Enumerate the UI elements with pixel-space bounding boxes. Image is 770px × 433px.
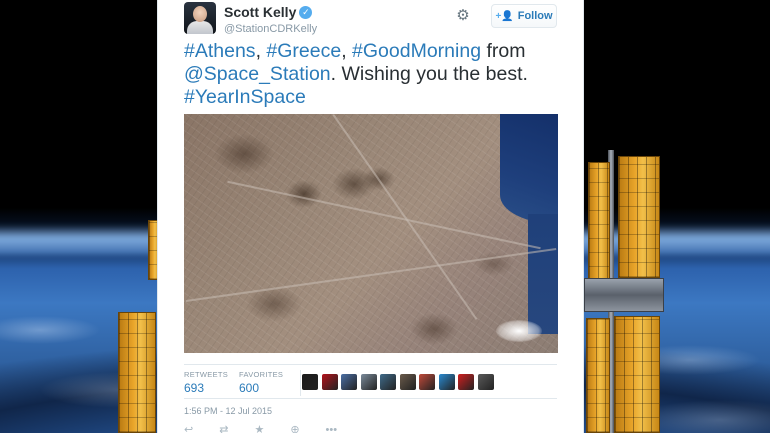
- tweet-card: Scott Kelly ✓ @StationCDRKelly ⚙ +👤 Follo…: [157, 0, 584, 433]
- follow-button[interactable]: +👤 Follow: [491, 4, 557, 28]
- favorites-count[interactable]: 600: [239, 380, 283, 396]
- solar-panel-right-4: [614, 316, 660, 433]
- avatar-head: [193, 6, 207, 22]
- tweet-header: Scott Kelly ✓ @StationCDRKelly ⚙ +👤 Follo…: [184, 2, 557, 36]
- retweet-icon[interactable]: ⇄: [219, 424, 228, 433]
- favorite-icon[interactable]: ★: [254, 424, 264, 433]
- retweets-stat[interactable]: RETWEETS 693: [184, 370, 228, 396]
- avatar-suit: [187, 21, 213, 34]
- tweet-text: #Athens, #Greece, #GoodMorning from @Spa…: [184, 40, 564, 109]
- more-icon[interactable]: •••: [326, 424, 338, 433]
- author-avatar[interactable]: [184, 2, 216, 34]
- tweet-text-fragment: ,: [341, 40, 353, 62]
- favoriter-avatar[interactable]: [399, 374, 416, 390]
- photo-road: [227, 180, 541, 250]
- favoriter-avatar[interactable]: [321, 374, 338, 390]
- favoriter-avatar[interactable]: [360, 374, 377, 390]
- tweet-photo[interactable]: [184, 114, 558, 353]
- favoriter-avatars: [302, 374, 494, 390]
- gear-icon[interactable]: ⚙: [455, 8, 471, 24]
- tweet-timestamp[interactable]: 1:56 PM - 12 Jul 2015: [184, 406, 272, 416]
- retweets-label: RETWEETS: [184, 370, 229, 379]
- station-truss: [584, 278, 664, 312]
- favoriter-avatar[interactable]: [380, 374, 396, 390]
- verified-badge-icon: ✓: [299, 6, 313, 20]
- follow-person-icon: +👤: [495, 10, 514, 22]
- retweets-count[interactable]: 693: [184, 380, 228, 396]
- solar-panel-right-2: [618, 156, 660, 278]
- author-handle[interactable]: @StationCDRKelly: [224, 22, 317, 36]
- favorites-label: FAVORITES: [239, 370, 284, 379]
- tweet-text-fragment: from: [481, 40, 526, 62]
- stats-separator: [300, 370, 301, 396]
- photo-road: [185, 247, 557, 303]
- tweet-text-fragment: ,: [255, 40, 267, 62]
- divider: [184, 398, 557, 399]
- solar-panel-right-1: [588, 162, 610, 282]
- solar-panel-left-bottom: [118, 312, 156, 433]
- bookmark-icon[interactable]: ⊕: [290, 424, 299, 433]
- photo-cloud: [496, 320, 542, 342]
- tweet-entity-link[interactable]: @Space_Station: [184, 63, 331, 85]
- tweet-text-fragment: . Wishing you the best.: [330, 63, 528, 85]
- photo-sea: [500, 114, 558, 224]
- favoriter-avatar[interactable]: [477, 374, 494, 390]
- photo-road: [332, 114, 478, 320]
- tweet-entity-link[interactable]: #YearInSpace: [184, 86, 306, 108]
- follow-label: Follow: [517, 10, 553, 22]
- favoriter-avatar[interactable]: [419, 374, 435, 390]
- solar-panel-right-3: [586, 318, 610, 433]
- author-name[interactable]: Scott Kelly: [224, 4, 296, 21]
- tweet-entity-link[interactable]: #GoodMorning: [352, 40, 481, 62]
- favorites-stat[interactable]: FAVORITES 600: [239, 370, 283, 396]
- divider: [184, 364, 557, 365]
- author-name-block[interactable]: Scott Kelly ✓ @StationCDRKelly: [224, 4, 317, 36]
- favoriter-avatar[interactable]: [458, 374, 474, 390]
- tweet-entity-link[interactable]: #Athens: [184, 40, 256, 62]
- reply-icon[interactable]: ↩: [184, 424, 193, 433]
- tweet-entity-link[interactable]: #Greece: [266, 40, 341, 62]
- favoriter-avatar[interactable]: [341, 374, 357, 390]
- favoriter-avatar[interactable]: [438, 374, 455, 390]
- favoriter-avatar[interactable]: [302, 374, 318, 390]
- photo-sea-lower: [528, 214, 558, 334]
- tweet-actions: ↩ ⇄ ★ ⊕ •••: [184, 424, 337, 433]
